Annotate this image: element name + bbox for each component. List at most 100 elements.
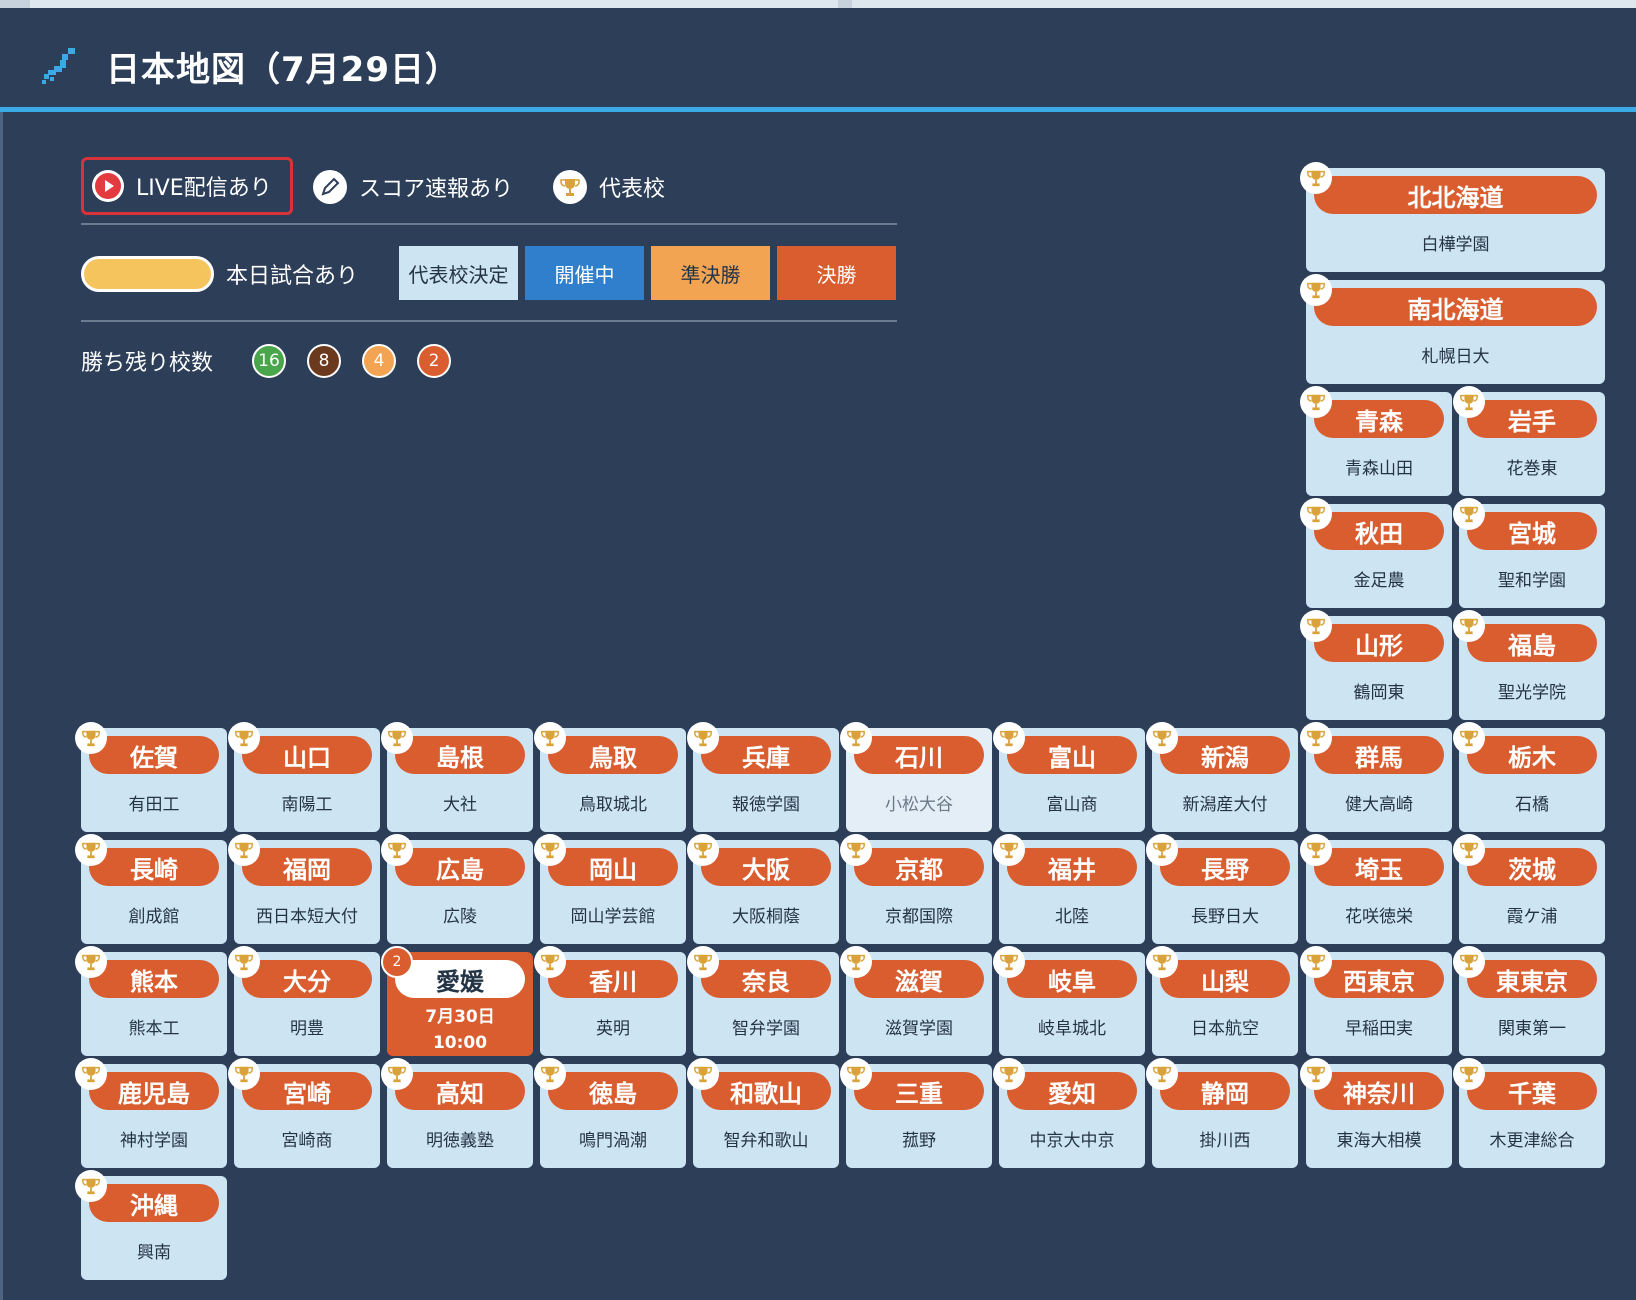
prefecture-name: 奈良 [701,960,831,998]
prefecture-card[interactable]: 兵庫 報徳学園 [687,722,839,832]
school-name: 札幌日大 [1421,347,1490,367]
prefecture-card[interactable]: 香川 英明 [534,946,686,1056]
prefecture-card[interactable]: 石川 小松大谷 [840,722,992,832]
prefecture-name: 滋賀 [854,960,984,998]
prefecture-card[interactable]: 奈良 智弁学園 [687,946,839,1056]
prefecture-card[interactable]: 青森 青森山田 [1300,386,1452,496]
school-name: 石橋 [1515,795,1549,815]
school-name: 鶴岡東 [1353,683,1405,703]
trophy-icon [687,1058,719,1090]
prefecture-card[interactable]: 宮城 聖和学園 [1453,498,1605,608]
prefecture-card[interactable]: 山梨 日本航空 [1146,946,1298,1056]
prefecture-name: 神奈川 [1314,1072,1444,1110]
school-name: 熊本工 [128,1019,180,1039]
prefecture-card[interactable]: 岡山 岡山学芸館 [534,834,686,944]
prefecture-card[interactable]: 岐阜 岐阜城北 [993,946,1145,1056]
prefecture-card[interactable]: 神奈川 東海大相模 [1300,1058,1452,1168]
prefecture-name: 大阪 [701,848,831,886]
trophy-icon [1300,386,1332,418]
prefecture-name: 茨城 [1467,848,1597,886]
score-legend-label: スコア速報あり [359,177,514,202]
school-name: 健大高崎 [1345,795,1413,815]
prefecture-card[interactable]: 山形 鶴岡東 [1300,610,1452,720]
prefecture-card[interactable]: 佐賀 有田工 [75,722,227,832]
prefecture-card[interactable]: 三重 菰野 [840,1058,992,1168]
trophy-icon [228,722,260,754]
prefecture-name: 佐賀 [89,736,219,774]
school-name: 南陽工 [281,795,333,815]
prefecture-card[interactable]: 長野 長野日大 [1146,834,1298,944]
prefecture-card[interactable]: 大分 明豊 [228,946,380,1056]
prefecture-card[interactable]: 茨城 霞ケ浦 [1453,834,1605,944]
trophy-icon [1453,386,1485,418]
prefecture-card[interactable]: 長崎 創成館 [75,834,227,944]
prefecture-card[interactable]: 西東京 早稲田実 [1300,946,1452,1056]
prefecture-card[interactable]: 熊本 熊本工 [75,946,227,1056]
prefecture-card[interactable]: 2 愛媛 7月30日 10:00 [381,946,533,1056]
prefecture-name: 福井 [1007,848,1137,886]
prefecture-card[interactable]: 福井 北陸 [993,834,1145,944]
trophy-icon [840,722,872,754]
prefecture-card[interactable]: 埼玉 花咲徳栄 [1300,834,1452,944]
trophy-icon [75,722,107,754]
prefecture-card[interactable]: 愛知 中京大中京 [993,1058,1145,1168]
browser-top-strip [0,0,1636,8]
prefecture-name: 埼玉 [1314,848,1444,886]
next-game-info: 7月30日 10:00 [387,1004,533,1056]
trophy-icon [1300,610,1332,642]
prefecture-card[interactable]: 和歌山 智弁和歌山 [687,1058,839,1168]
prefecture-card[interactable]: 広島 広陵 [381,834,533,944]
trophy-icon [1453,1058,1485,1090]
prefecture-card[interactable]: 鳥取 鳥取城北 [534,722,686,832]
school-name: 掛川西 [1199,1131,1251,1151]
school-name: 明徳義塾 [426,1131,494,1151]
prefecture-name: 大分 [242,960,372,998]
prefecture-card[interactable]: 新潟 新潟産大付 [1146,722,1298,832]
trophy-icon [1300,162,1332,194]
prefecture-card[interactable]: 栃木 石橋 [1453,722,1605,832]
trophy-icon [840,946,872,978]
prefecture-name: 三重 [854,1072,984,1110]
prefecture-card[interactable]: 山口 南陽工 [228,722,380,832]
prefecture-card[interactable]: 群馬 健大高崎 [1300,722,1452,832]
japan-map-icon [42,48,75,84]
prefecture-card[interactable]: 東東京 関東第一 [1453,946,1605,1056]
school-name: 長野日大 [1191,907,1259,927]
trophy-icon [228,946,260,978]
prefecture-card[interactable]: 岩手 花巻東 [1453,386,1605,496]
prefecture-card[interactable]: 沖縄 興南 [75,1170,227,1280]
prefecture-card[interactable]: 京都 京都国際 [840,834,992,944]
prefecture-name: 岩手 [1467,400,1597,438]
prefecture-name: 福岡 [242,848,372,886]
prefecture-card[interactable]: 島根 大社 [381,722,533,832]
prefecture-card[interactable]: 千葉 木更津総合 [1453,1058,1605,1168]
prefecture-card[interactable]: 大阪 大阪桐蔭 [687,834,839,944]
prefecture-card[interactable]: 北北海道 白樺学園 [1300,162,1605,272]
trophy-icon [228,1058,260,1090]
trophy-icon [381,1058,413,1090]
school-name: 明豊 [290,1019,324,1039]
trophy-icon [1300,498,1332,530]
prefecture-name: 鳥取 [548,736,678,774]
prefecture-card[interactable]: 富山 富山商 [993,722,1145,832]
remain-badge-2: 2 [417,344,451,378]
prefecture-card[interactable]: 福岡 西日本短大付 [228,834,380,944]
prefecture-card[interactable]: 鹿児島 神村学園 [75,1058,227,1168]
prefecture-card[interactable]: 宮崎 宮崎商 [228,1058,380,1168]
prefecture-name: 京都 [854,848,984,886]
divider [81,320,897,322]
prefecture-card[interactable]: 南北海道 札幌日大 [1300,274,1605,384]
prefecture-card[interactable]: 静岡 掛川西 [1146,1058,1298,1168]
school-name: 小松大谷 [885,795,953,815]
prefecture-card[interactable]: 福島 聖光学院 [1453,610,1605,720]
prefecture-card[interactable]: 秋田 金足農 [1300,498,1452,608]
remain-badge-8: 8 [307,344,341,378]
prefecture-name: 広島 [395,848,525,886]
trophy-icon [534,722,566,754]
live-legend-label: LIVE配信あり [136,176,272,201]
prefecture-name: 栃木 [1467,736,1597,774]
prefecture-card[interactable]: 高知 明徳義塾 [381,1058,533,1168]
prefecture-card[interactable]: 徳島 鳴門渦潮 [534,1058,686,1168]
trophy-icon [553,170,587,204]
prefecture-card[interactable]: 滋賀 滋賀学園 [840,946,992,1056]
